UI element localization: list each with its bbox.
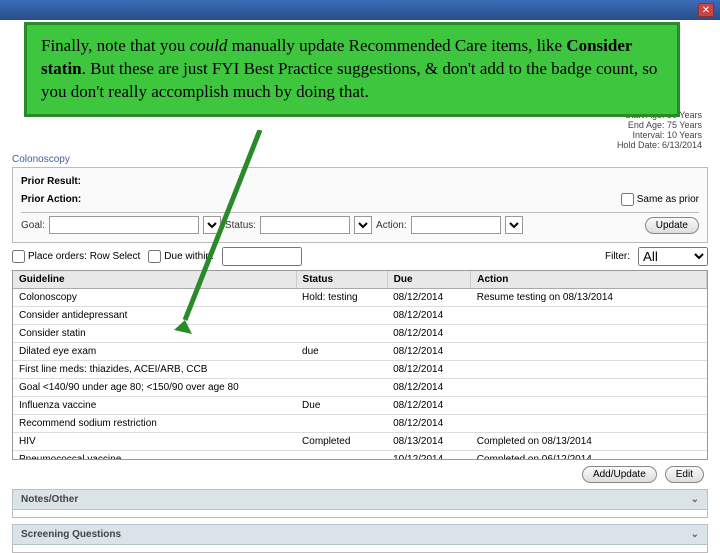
due-within-checkbox[interactable] <box>148 250 161 263</box>
col-header[interactable]: Action <box>471 271 707 289</box>
table-row[interactable]: ColonoscopyHold: testing08/12/2014Resume… <box>13 289 707 307</box>
guidelines-table: GuidelineStatusDueAction ColonoscopyHold… <box>13 271 707 460</box>
subsection-title: Colonoscopy <box>12 154 708 165</box>
table-row[interactable]: Dilated eye examdue08/12/2014 <box>13 343 707 361</box>
prior-form: Prior Result: Prior Action: Same as prio… <box>12 167 708 243</box>
table-row[interactable]: Consider antidepressant08/12/2014 <box>13 307 707 325</box>
chevron-down-icon: ⌄ <box>691 529 699 540</box>
prior-result-label: Prior Result: <box>21 176 93 187</box>
tutorial-callout: Finally, note that you could manually up… <box>24 22 680 117</box>
table-row[interactable]: HIVCompleted08/13/2014Completed on 08/13… <box>13 433 707 451</box>
chevron-down-icon: ⌄ <box>691 494 699 505</box>
status-select[interactable] <box>354 216 372 234</box>
same-as-prior-checkbox[interactable] <box>621 193 634 206</box>
col-header[interactable]: Status <box>296 271 387 289</box>
place-orders-checkbox[interactable] <box>12 250 25 263</box>
table-row[interactable]: First line meds: thiazides, ACEI/ARB, CC… <box>13 361 707 379</box>
table-row[interactable]: Goal <140/90 under age 80; <150/90 over … <box>13 379 707 397</box>
status-label: Status: <box>225 220 256 231</box>
col-header[interactable]: Guideline <box>13 271 296 289</box>
guidelines-table-wrap[interactable]: GuidelineStatusDueAction ColonoscopyHold… <box>12 270 708 460</box>
table-row[interactable]: Recommend sodium restriction08/12/2014 <box>13 415 707 433</box>
window-titlebar: ✕ <box>0 0 720 20</box>
goal-input[interactable] <box>49 216 199 234</box>
filter-row: Place orders: Row Select Due within: Fil… <box>12 247 708 266</box>
col-header[interactable]: Due <box>387 271 471 289</box>
goal-select[interactable] <box>203 216 221 234</box>
table-row[interactable]: Influenza vaccineDue08/12/2014 <box>13 397 707 415</box>
notes-section-header[interactable]: Notes/Other ⌄ <box>12 489 708 510</box>
action-label: Action: <box>376 220 407 231</box>
action-input[interactable] <box>411 216 501 234</box>
update-button[interactable]: Update <box>645 217 699 234</box>
table-row[interactable]: Consider statin08/12/2014 <box>13 325 707 343</box>
due-within-input[interactable] <box>222 247 302 266</box>
close-icon[interactable]: ✕ <box>698 3 714 17</box>
status-input[interactable] <box>260 216 350 234</box>
goal-label: Goal: <box>21 220 45 231</box>
prior-action-label: Prior Action: <box>21 194 93 205</box>
add-update-button[interactable]: Add/Update <box>582 466 657 483</box>
table-row[interactable]: Pneumococcal vaccine10/12/2014Completed … <box>13 451 707 461</box>
action-select[interactable] <box>505 216 523 234</box>
filter-label: Filter: <box>605 251 630 262</box>
edit-button[interactable]: Edit <box>665 466 704 483</box>
filter-select[interactable]: All <box>638 247 708 266</box>
screening-section-header[interactable]: Screening Questions ⌄ <box>12 524 708 545</box>
